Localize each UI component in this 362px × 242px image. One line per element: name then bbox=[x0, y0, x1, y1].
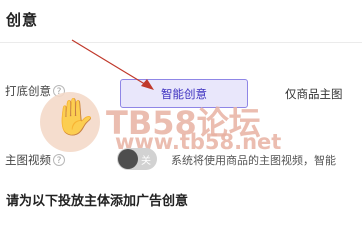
add-creative-title: 请为以下投放主体添加广告创意 bbox=[6, 194, 189, 209]
annotation-arrow-icon bbox=[71, 39, 154, 90]
help-icon[interactable]: ? bbox=[53, 154, 65, 166]
main-video-description: 系统将使用商品的主图视频，智能 bbox=[171, 154, 336, 167]
main-video-toggle[interactable]: 关 bbox=[117, 148, 157, 170]
backing-creative-label: 打底创意 bbox=[5, 84, 51, 98]
section-title: 创意 bbox=[6, 11, 39, 29]
main-video-label-row: 主图视频 ? bbox=[5, 152, 65, 168]
option-product-main-image-label: 仅商品主图 bbox=[285, 87, 343, 101]
main-video-label: 主图视频 bbox=[5, 153, 51, 167]
toggle-state-text: 关 bbox=[141, 156, 151, 167]
option-product-main-image[interactable]: 仅商品主图 bbox=[285, 86, 343, 102]
toggle-knob bbox=[118, 149, 138, 169]
divider bbox=[0, 42, 362, 43]
watermark-hand-icon: ✋ bbox=[52, 97, 97, 138]
